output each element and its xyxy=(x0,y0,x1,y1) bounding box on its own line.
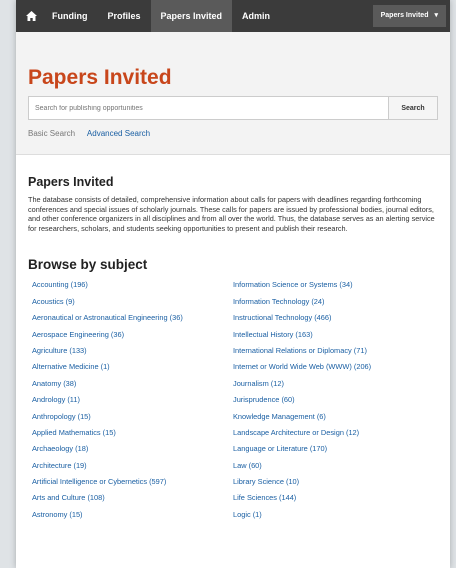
subject-link[interactable]: Jurisprudence (60) xyxy=(233,395,438,404)
subject-link[interactable]: Alternative Medicine (1) xyxy=(32,362,233,371)
subject-link[interactable]: Aeronautical or Astronautical Engineerin… xyxy=(32,313,233,322)
subject-link[interactable]: International Relations or Diplomacy (71… xyxy=(233,346,438,355)
advanced-search-link[interactable]: Advanced Search xyxy=(87,129,150,138)
product-dropdown[interactable]: Papers Invited ▾ xyxy=(372,5,446,27)
subject-link[interactable]: Information Science or Systems (34) xyxy=(233,280,438,289)
subject-link[interactable]: Journalism (12) xyxy=(233,379,438,388)
about-text: The database consists of detailed, compr… xyxy=(28,195,435,233)
subject-link[interactable]: Applied Mathematics (15) xyxy=(32,428,233,437)
page: Funding Profiles Papers Invited Admin Pa… xyxy=(16,0,450,568)
subject-link[interactable]: Landscape Architecture or Design (12) xyxy=(233,428,438,437)
subject-link[interactable]: Life Sciences (144) xyxy=(233,493,438,502)
subject-link[interactable]: Anthropology (15) xyxy=(32,412,233,421)
subject-link[interactable]: Accounting (196) xyxy=(32,280,233,289)
subject-link[interactable]: Law (60) xyxy=(233,461,438,470)
subject-link[interactable]: Instructional Technology (466) xyxy=(233,313,438,322)
home-icon[interactable] xyxy=(20,11,42,21)
subject-link[interactable]: Archaeology (18) xyxy=(32,444,233,453)
about-heading: Papers Invited xyxy=(28,175,114,189)
browse-section: Browse by subject Accounting (196) Acous… xyxy=(16,233,450,526)
search-header: Papers Invited Search Basic Search Advan… xyxy=(16,32,450,155)
subject-link[interactable]: Astronomy (15) xyxy=(32,510,233,519)
subject-link[interactable]: Andrology (11) xyxy=(32,395,233,404)
search-mode-links: Basic Search Advanced Search xyxy=(28,129,438,138)
subject-column-right: Information Science or Systems (34) Info… xyxy=(233,280,438,526)
subject-link[interactable]: Arts and Culture (108) xyxy=(32,493,233,502)
nav-papers-invited[interactable]: Papers Invited xyxy=(150,0,233,32)
chevron-down-icon: ▾ xyxy=(434,12,438,19)
nav-profiles[interactable]: Profiles xyxy=(98,0,151,32)
product-dropdown-label: Papers Invited xyxy=(380,12,429,19)
subject-link[interactable]: Aerospace Engineering (36) xyxy=(32,330,233,339)
search-button[interactable]: Search xyxy=(388,97,437,119)
subject-link[interactable]: Knowledge Management (6) xyxy=(233,412,438,421)
subject-link[interactable]: Architecture (19) xyxy=(32,461,233,470)
basic-search-link[interactable]: Basic Search xyxy=(28,129,75,138)
subject-column-left: Accounting (196) Acoustics (9) Aeronauti… xyxy=(28,280,233,526)
browse-heading: Browse by subject xyxy=(28,257,148,273)
page-title: Papers Invited xyxy=(28,66,172,89)
subject-link[interactable]: Anatomy (38) xyxy=(32,379,233,388)
subject-link[interactable]: Language or Literature (170) xyxy=(233,444,438,453)
top-nav: Funding Profiles Papers Invited Admin Pa… xyxy=(16,0,450,32)
search-input[interactable] xyxy=(29,97,388,119)
search-bar: Search xyxy=(28,96,438,120)
subject-link[interactable]: Artificial Intelligence or Cybernetics (… xyxy=(32,477,233,486)
subject-link[interactable]: Library Science (10) xyxy=(233,477,438,486)
subject-link[interactable]: Information Technology (24) xyxy=(233,297,438,306)
subject-link[interactable]: Agriculture (133) xyxy=(32,346,233,355)
nav-funding[interactable]: Funding xyxy=(42,0,98,32)
subject-link[interactable]: Intellectual History (163) xyxy=(233,330,438,339)
about-section: Papers Invited The database consists of … xyxy=(16,155,450,233)
subject-link[interactable]: Acoustics (9) xyxy=(32,297,233,306)
subject-link[interactable]: Logic (1) xyxy=(233,510,438,519)
subject-link[interactable]: Internet or World Wide Web (WWW) (206) xyxy=(233,362,438,371)
nav-admin[interactable]: Admin xyxy=(232,0,280,32)
